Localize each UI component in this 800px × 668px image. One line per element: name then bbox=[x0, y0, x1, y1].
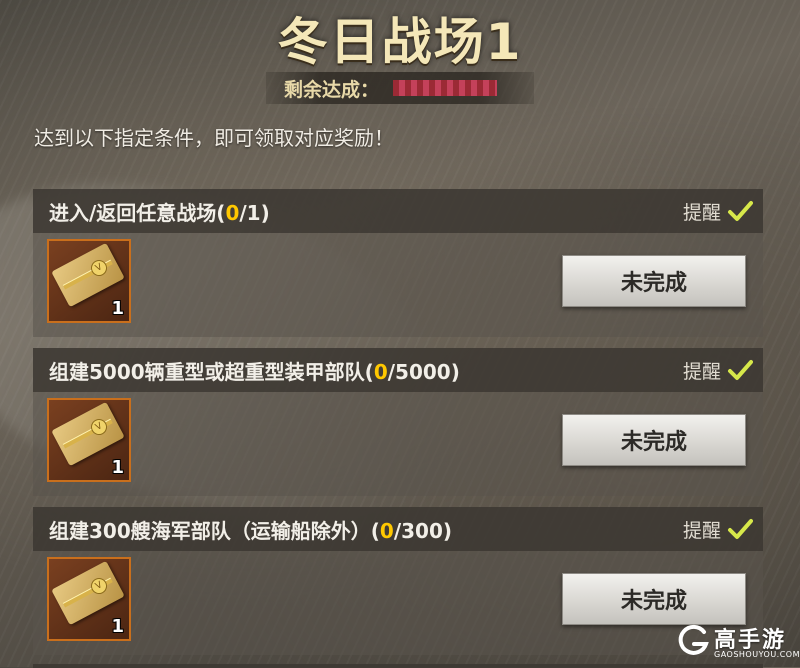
reminder-label: 提醒 bbox=[682, 519, 721, 542]
remaining-bar: 剩余达成： bbox=[266, 72, 534, 104]
task-title-prefix: 组建5000辆重型或超重型装甲部队( bbox=[49, 359, 374, 384]
checkmark-icon[interactable] bbox=[727, 358, 753, 382]
event-title: 冬日战场1 bbox=[277, 13, 523, 71]
task-title: 组建5000辆重型或超重型装甲部队(0/5000) bbox=[49, 356, 460, 385]
task-progress-current: 0 bbox=[379, 518, 394, 543]
task-card: 组建300艘海军部队（运输船除外）(0/300) 提醒 V 1 未完成 bbox=[33, 507, 763, 655]
reminder-label: 提醒 bbox=[682, 360, 721, 383]
checkmark-icon[interactable] bbox=[727, 517, 753, 541]
watermark-domain: GAOSHOUYOU.COM bbox=[714, 650, 800, 659]
next-task-edge bbox=[33, 664, 763, 668]
task-title-prefix: 组建300艘海军部队（运输船除外）( bbox=[49, 518, 380, 543]
task-progress-suffix: /5000) bbox=[387, 359, 460, 384]
reward-item[interactable]: V 1 bbox=[47, 398, 131, 482]
task-card: 进入/返回任意战场(0/1) 提醒 V 1 未完成 bbox=[33, 189, 763, 337]
task-title-prefix: 进入/返回任意战场( bbox=[49, 200, 226, 225]
task-progress-suffix: /300) bbox=[393, 518, 453, 543]
status-button[interactable]: 未完成 bbox=[562, 414, 746, 466]
task-title: 组建300艘海军部队（运输船除外）(0/300) bbox=[49, 515, 452, 544]
task-progress-suffix: /1) bbox=[239, 200, 270, 225]
remaining-value-redacted bbox=[393, 80, 498, 96]
remaining-label: 剩余达成： bbox=[284, 78, 380, 101]
reward-item[interactable]: V 1 bbox=[47, 557, 131, 641]
status-button[interactable]: 未完成 bbox=[562, 255, 746, 307]
task-progress-current: 0 bbox=[373, 359, 388, 384]
task-body: V 1 未完成 bbox=[33, 551, 763, 655]
status-button[interactable]: 未完成 bbox=[562, 573, 746, 625]
instruction-text: 达到以下指定条件，即可领取对应奖励！ bbox=[34, 126, 394, 150]
watermark: 高手游 GAOSHOUYOU.COM bbox=[676, 622, 800, 664]
task-header: 组建5000辆重型或超重型装甲部队(0/5000) 提醒 bbox=[33, 348, 763, 392]
reminder-toggle[interactable]: 提醒 bbox=[682, 516, 753, 543]
reward-count: 1 bbox=[111, 298, 124, 319]
task-title: 进入/返回任意战场(0/1) bbox=[49, 197, 270, 226]
task-header: 组建300艘海军部队（运输船除外）(0/300) 提醒 bbox=[33, 507, 763, 551]
reminder-label: 提醒 bbox=[682, 201, 721, 224]
reminder-toggle[interactable]: 提醒 bbox=[682, 198, 753, 225]
reward-item[interactable]: V 1 bbox=[47, 239, 131, 323]
reward-count: 1 bbox=[111, 616, 124, 637]
watermark-logo-icon bbox=[678, 624, 709, 655]
task-progress-current: 0 bbox=[225, 200, 240, 225]
reward-count: 1 bbox=[111, 457, 124, 478]
task-body: V 1 未完成 bbox=[33, 392, 763, 496]
task-card: 组建5000辆重型或超重型装甲部队(0/5000) 提醒 V 1 未完成 bbox=[33, 348, 763, 496]
task-body: V 1 未完成 bbox=[33, 233, 763, 337]
task-header: 进入/返回任意战场(0/1) 提醒 bbox=[33, 189, 763, 233]
reminder-toggle[interactable]: 提醒 bbox=[682, 357, 753, 384]
checkmark-icon[interactable] bbox=[727, 199, 753, 223]
